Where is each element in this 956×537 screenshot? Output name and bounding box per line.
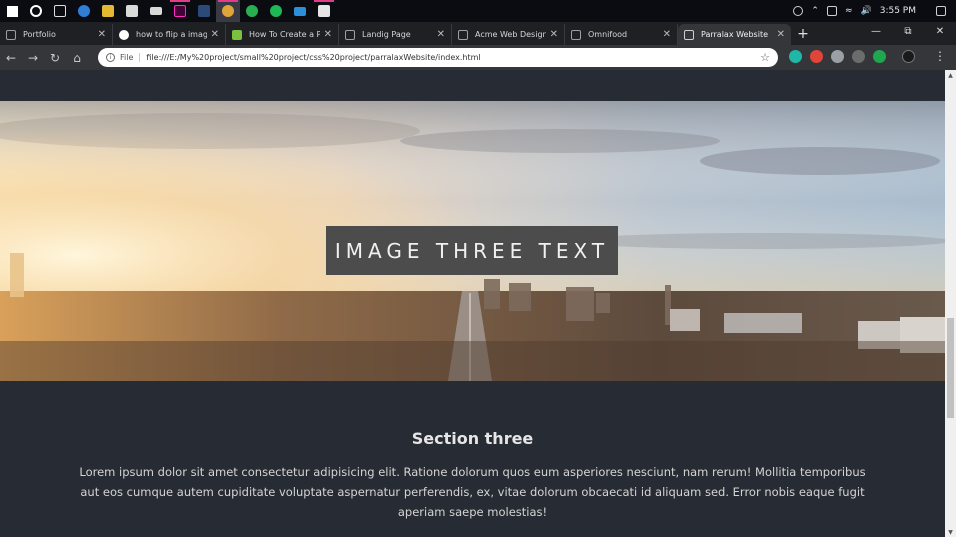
address-bar[interactable]: i File file:///E:/My%20project/small%20p… bbox=[98, 48, 778, 67]
scrollbar-thumb[interactable] bbox=[947, 318, 954, 418]
profile-avatar-icon[interactable] bbox=[902, 50, 915, 63]
chevron-up-icon[interactable]: ⌃ bbox=[811, 6, 819, 16]
scroll-down-icon[interactable]: ▼ bbox=[945, 529, 956, 536]
tab-how-to-create[interactable]: How To Create a P ✕ bbox=[226, 24, 339, 45]
tab-title: Parralax Website bbox=[701, 30, 768, 39]
tab-portfolio[interactable]: Portfolio ✕ bbox=[0, 24, 113, 45]
people-icon[interactable] bbox=[793, 6, 804, 16]
section-body: Lorem ipsum dolor sit amet consectetur a… bbox=[79, 465, 866, 519]
tab-title: How To Create a P bbox=[249, 30, 320, 39]
restore-icon[interactable]: ⧉ bbox=[892, 22, 924, 44]
page-icon bbox=[684, 29, 694, 40]
tab-title: Omnifood bbox=[588, 30, 628, 39]
file-explorer-icon[interactable] bbox=[96, 0, 120, 22]
back-icon[interactable]: ← bbox=[0, 51, 22, 65]
info-icon[interactable]: i bbox=[106, 53, 115, 62]
chrome-menu-icon[interactable]: ⋮ bbox=[934, 49, 946, 63]
adobe-xd-icon[interactable] bbox=[168, 0, 192, 22]
page-icon bbox=[571, 29, 581, 40]
hero-text-box: IMAGE THREE TEXT bbox=[326, 226, 618, 275]
close-icon[interactable]: ✕ bbox=[98, 29, 106, 40]
page-icon bbox=[345, 29, 355, 40]
green-app-icon[interactable] bbox=[240, 0, 264, 22]
task-view-icon[interactable] bbox=[48, 0, 72, 22]
close-icon[interactable]: ✕ bbox=[550, 29, 558, 40]
battery-icon[interactable] bbox=[826, 6, 837, 16]
windows-start-icon[interactable] bbox=[0, 0, 24, 22]
minimize-icon[interactable]: — bbox=[860, 22, 892, 44]
section-three: Section three Lorem ipsum dolor sit amet… bbox=[0, 381, 945, 537]
extension-red-icon[interactable] bbox=[810, 50, 823, 63]
tab-parralax-website[interactable]: Parralax Website ✕ bbox=[678, 24, 791, 45]
extensions-bar bbox=[789, 50, 915, 63]
photos-icon[interactable] bbox=[312, 0, 336, 22]
tab-how-to-flip[interactable]: how to flip a imag ✕ bbox=[113, 24, 226, 45]
system-tray: ⌃ ≈ 🔊 3:55 PM bbox=[793, 0, 956, 22]
edge-icon[interactable] bbox=[72, 0, 96, 22]
browser-tab-strip: Portfolio ✕ how to flip a imag ✕ How To … bbox=[0, 22, 956, 45]
terminal-icon[interactable] bbox=[192, 0, 216, 22]
page-icon bbox=[458, 29, 468, 40]
tab-omnifood[interactable]: Omnifood ✕ bbox=[565, 24, 678, 45]
page-icon bbox=[6, 29, 16, 40]
wifi-icon[interactable]: ≈ bbox=[845, 6, 853, 16]
windows-taskbar: ⌃ ≈ 🔊 3:55 PM bbox=[0, 0, 956, 22]
close-icon[interactable]: ✕ bbox=[777, 29, 785, 40]
close-window-icon[interactable]: ✕ bbox=[924, 22, 956, 44]
mail-icon[interactable] bbox=[144, 0, 168, 22]
close-icon[interactable]: ✕ bbox=[663, 29, 671, 40]
reload-icon[interactable]: ↻ bbox=[44, 51, 66, 65]
page-scrollbar[interactable]: ▲ ▼ bbox=[945, 70, 956, 537]
chrome-icon[interactable] bbox=[216, 0, 240, 22]
bookmark-star-icon[interactable]: ☆ bbox=[760, 51, 770, 64]
notifications-icon[interactable] bbox=[936, 6, 946, 16]
clock[interactable]: 3:55 PM bbox=[880, 6, 916, 16]
url-text[interactable]: file:///E:/My%20project/small%20project/… bbox=[146, 53, 760, 62]
spotify-icon[interactable] bbox=[264, 0, 288, 22]
tab-title: how to flip a imag bbox=[136, 30, 207, 39]
tab-acme-web-design[interactable]: Acme Web Design ✕ bbox=[452, 24, 565, 45]
extension-mh-icon[interactable] bbox=[852, 50, 865, 63]
tab-title: Acme Web Design bbox=[475, 30, 546, 39]
tab-title: Portfolio bbox=[23, 30, 56, 39]
window-controls: — ⧉ ✕ bbox=[860, 22, 956, 44]
new-tab-button[interactable]: + bbox=[791, 24, 815, 45]
tab-title: Landig Page bbox=[362, 30, 411, 39]
volume-icon[interactable]: 🔊 bbox=[861, 6, 872, 16]
scheme-label: File bbox=[120, 53, 141, 62]
camera-extension-icon[interactable] bbox=[831, 50, 844, 63]
store-icon[interactable] bbox=[120, 0, 144, 22]
page-viewport: IMAGE THREE TEXT Section three Lorem ips… bbox=[0, 70, 945, 537]
monitor-icon[interactable] bbox=[288, 0, 312, 22]
close-icon[interactable]: ✕ bbox=[211, 29, 219, 40]
tab-landig-page[interactable]: Landig Page ✕ bbox=[339, 24, 452, 45]
parallax-image-section: IMAGE THREE TEXT bbox=[0, 101, 945, 381]
close-icon[interactable]: ✕ bbox=[324, 29, 332, 40]
extension-m-icon[interactable] bbox=[789, 50, 802, 63]
w3schools-icon bbox=[232, 29, 242, 40]
cortana-icon[interactable] bbox=[24, 0, 48, 22]
scroll-up-icon[interactable]: ▲ bbox=[945, 72, 956, 79]
grammarly-icon[interactable] bbox=[873, 50, 886, 63]
home-icon[interactable]: ⌂ bbox=[66, 51, 88, 65]
section-title: Section three bbox=[411, 429, 534, 448]
forward-icon[interactable]: → bbox=[22, 51, 44, 65]
close-icon[interactable]: ✕ bbox=[437, 29, 445, 40]
browser-toolbar: ← → ↻ ⌂ i File file:///E:/My%20project/s… bbox=[0, 45, 956, 70]
google-icon bbox=[119, 29, 129, 40]
